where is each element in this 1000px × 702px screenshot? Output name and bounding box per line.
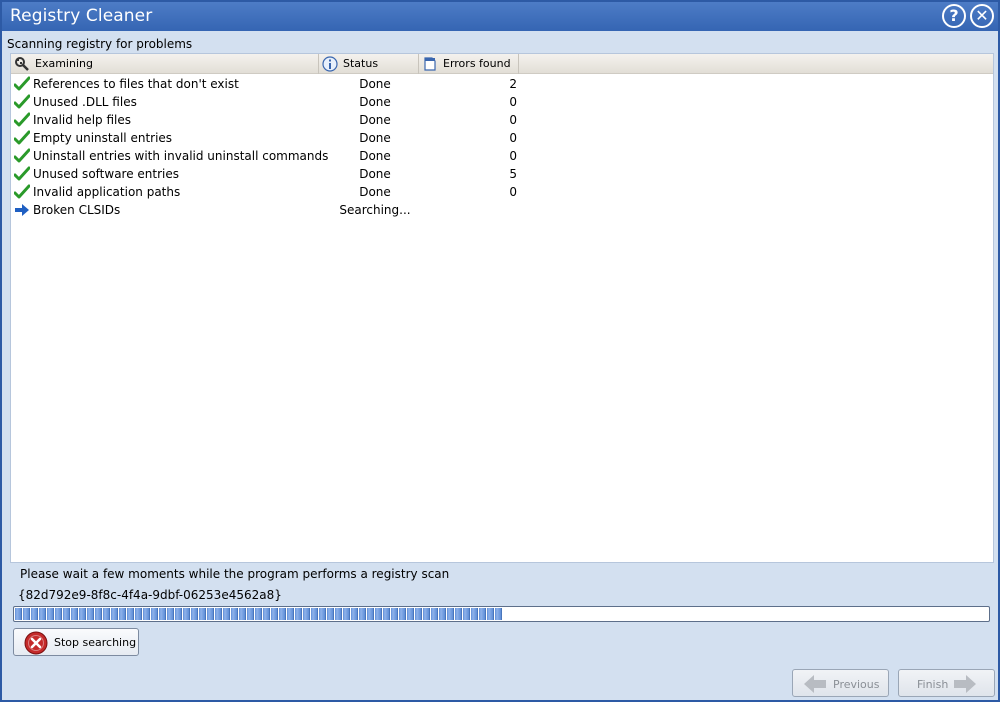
row-errors: 0 — [509, 185, 517, 199]
title-bar: Registry Cleaner ? ✕ — [2, 2, 998, 31]
stop-icon — [24, 631, 48, 655]
finish-label: Finish — [917, 678, 949, 691]
stop-searching-label: Stop searching — [54, 636, 137, 649]
row-errors: 0 — [509, 149, 517, 163]
page-heading: Scanning registry for problems — [7, 37, 193, 51]
row-name: Empty uninstall entries — [33, 131, 173, 145]
close-button[interactable]: ✕ — [970, 4, 994, 28]
table-row[interactable]: Invalid application paths Done 0 — [11, 183, 993, 201]
current-registry-key: {82d792e9-8f8c-4f4a-9dbf-06253e4562a8} — [18, 588, 282, 602]
row-name: References to files that don't exist — [33, 77, 239, 91]
row-status: Done — [359, 77, 391, 91]
finish-button[interactable]: Finish — [898, 669, 995, 697]
column-header-errors[interactable]: Errors found — [419, 54, 519, 74]
previous-button[interactable]: Previous — [792, 669, 889, 697]
column-label-examining: Examining — [35, 57, 93, 70]
row-errors: 0 — [509, 131, 517, 145]
row-errors: 2 — [509, 77, 517, 91]
table-row[interactable]: Empty uninstall entries Done 0 — [11, 129, 993, 147]
row-errors: 5 — [509, 167, 517, 181]
document-icon — [424, 57, 436, 71]
row-name: Invalid application paths — [33, 185, 181, 199]
table-row[interactable]: Unused software entries Done 5 — [11, 165, 993, 183]
registry-cleaner-window: Registry Cleaner ? ✕ Scanning registry f… — [0, 0, 1000, 702]
help-button[interactable]: ? — [942, 4, 966, 28]
row-status: Done — [359, 131, 391, 145]
help-icon: ? — [949, 6, 959, 25]
scan-progress-bar — [13, 606, 990, 622]
list-header: Examining Status Errors found — [11, 54, 993, 74]
row-status: Searching... — [339, 203, 411, 217]
progress-fill — [15, 608, 503, 620]
row-name: Unused .DLL files — [33, 95, 137, 109]
row-name: Broken CLSIDs — [33, 203, 121, 217]
checkmark-icon — [14, 184, 30, 199]
scan-results-list[interactable]: Examining Status Errors found References… — [10, 53, 994, 563]
row-errors: 0 — [509, 95, 517, 109]
window-title: Registry Cleaner — [10, 6, 153, 26]
close-icon: ✕ — [975, 6, 989, 25]
row-name: Uninstall entries with invalid uninstall… — [33, 149, 329, 163]
checkmark-icon — [14, 112, 30, 127]
arrow-right-icon — [954, 675, 976, 693]
row-name: Invalid help files — [33, 113, 131, 127]
row-name: Unused software entries — [33, 167, 180, 181]
checkmark-icon — [14, 148, 30, 163]
row-status: Done — [359, 113, 391, 127]
row-status: Done — [359, 149, 391, 163]
info-icon — [322, 56, 338, 72]
table-row[interactable]: Broken CLSIDs Searching... — [11, 201, 993, 219]
previous-label: Previous — [833, 678, 880, 691]
arrow-right-icon — [15, 204, 29, 216]
row-status: Done — [359, 185, 391, 199]
table-row[interactable]: Unused .DLL files Done 0 — [11, 93, 993, 111]
column-header-status[interactable]: Status — [319, 54, 419, 74]
wait-message: Please wait a few moments while the prog… — [20, 567, 450, 581]
checkmark-icon — [14, 94, 30, 109]
stop-searching-button[interactable]: Stop searching — [13, 628, 139, 656]
arrow-left-icon — [804, 675, 826, 693]
table-row[interactable]: Uninstall entries with invalid uninstall… — [11, 147, 993, 165]
row-status: Done — [359, 167, 391, 181]
checkmark-icon — [14, 130, 30, 145]
row-errors: 0 — [509, 113, 517, 127]
table-row[interactable]: References to files that don't exist Don… — [11, 75, 993, 93]
checkmark-icon — [14, 76, 30, 91]
table-row[interactable]: Invalid help files Done 0 — [11, 111, 993, 129]
checkmark-icon — [14, 166, 30, 181]
column-header-examining[interactable]: Examining — [11, 54, 319, 74]
column-label-errors: Errors found — [443, 57, 511, 70]
magnifier-icon — [15, 57, 29, 71]
row-status: Done — [359, 95, 391, 109]
column-label-status: Status — [343, 57, 379, 70]
